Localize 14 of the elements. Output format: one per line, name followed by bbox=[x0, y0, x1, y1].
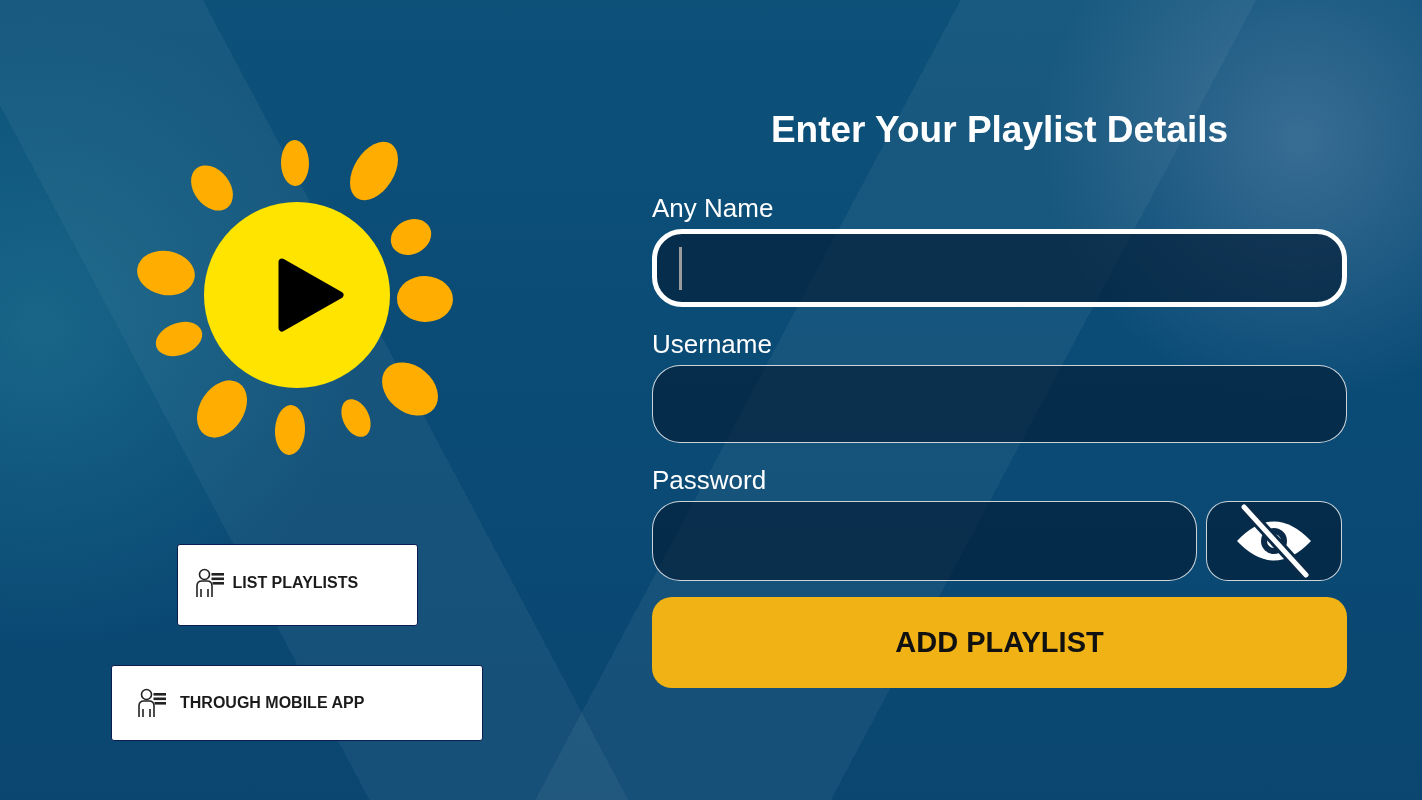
user-list-icon bbox=[194, 568, 225, 598]
text-cursor-icon bbox=[679, 247, 682, 290]
add-playlist-button[interactable]: ADD PLAYLIST bbox=[652, 597, 1347, 688]
field-label: Username bbox=[652, 329, 772, 359]
mobile-app-button[interactable]: THROUGH MOBILE APP bbox=[111, 665, 483, 741]
list-playlists-button[interactable]: LIST PLAYLISTS bbox=[176, 544, 418, 626]
form-title: Enter Your Playlist Details bbox=[770, 108, 1229, 152]
field-label: Password bbox=[652, 465, 767, 495]
input-field[interactable] bbox=[652, 501, 1197, 581]
password-toggle-button[interactable] bbox=[1206, 501, 1342, 581]
input-field[interactable] bbox=[652, 229, 1347, 307]
input-field[interactable] bbox=[652, 365, 1347, 443]
user-list-icon bbox=[137, 688, 167, 718]
field-label: Any Name bbox=[652, 193, 774, 223]
